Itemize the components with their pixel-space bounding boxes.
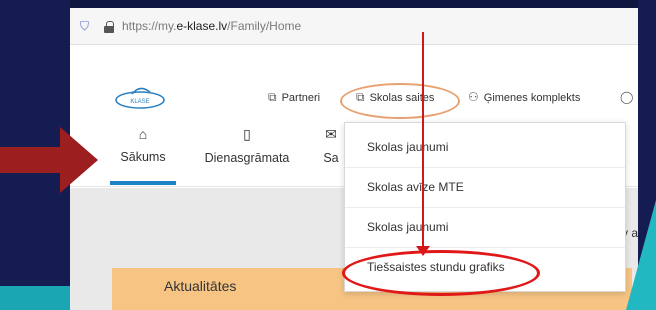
browser-screenshot: ⛉ https://my.e-klase.lv/Family/Home KLAS… <box>70 8 638 310</box>
address-bar[interactable]: ⛉ https://my.e-klase.lv/Family/Home <box>70 8 638 45</box>
lock-icon <box>104 21 114 33</box>
active-tab-indicator <box>110 181 176 185</box>
svg-text:KLASE: KLASE <box>130 99 149 105</box>
nav-partneri[interactable]: ⧉ Partneri <box>268 90 320 105</box>
red-pointer-line <box>422 32 424 252</box>
dropdown-item-skolas-jaunumi[interactable]: Skolas jaunumi <box>345 127 625 168</box>
orange-highlight-circle <box>340 83 460 119</box>
external-link-icon: ⧉ <box>268 90 277 104</box>
dropdown-item-skolas-jaunumi-2[interactable]: Skolas jaunumi <box>345 207 625 248</box>
e-klase-logo[interactable]: KLASE <box>110 84 170 112</box>
red-pointer-arrow-icon <box>0 127 98 193</box>
nav-gimenes-komplekts[interactable]: ⚇ Ģimenes komplekts <box>468 90 580 104</box>
presentation-slide: ⛉ https://my.e-klase.lv/Family/Home KLAS… <box>0 0 656 310</box>
top-navigation: KLASE ⧉ Partneri ⧉ Skolas saites ⚇ Ģimenes … <box>70 80 638 120</box>
card-title: Aktualitātes <box>164 278 237 294</box>
red-highlight-circle <box>342 250 540 296</box>
tab-sakums[interactable]: ⌂ Sākums <box>108 126 178 164</box>
tab-sa[interactable]: ✉ Sa <box>316 126 346 165</box>
family-icon: ⚇ <box>468 90 479 104</box>
tab-dienasgramata[interactable]: ▯ Dienasgrāmata <box>192 126 302 165</box>
home-icon: ⌂ <box>138 126 148 142</box>
url-text[interactable]: https://my.e-klase.lv/Family/Home <box>122 19 301 33</box>
book-icon: ▯ <box>243 126 251 142</box>
shield-icon: ⛉ <box>80 19 90 33</box>
dropdown-item-skolas-avize[interactable]: Skolas avīze MTE <box>345 167 625 208</box>
mail-icon: ✉ <box>325 126 337 142</box>
decorative-teal-shape <box>0 286 70 310</box>
slide-top-band <box>0 0 656 8</box>
bell-icon[interactable]: ◯ <box>620 90 638 104</box>
